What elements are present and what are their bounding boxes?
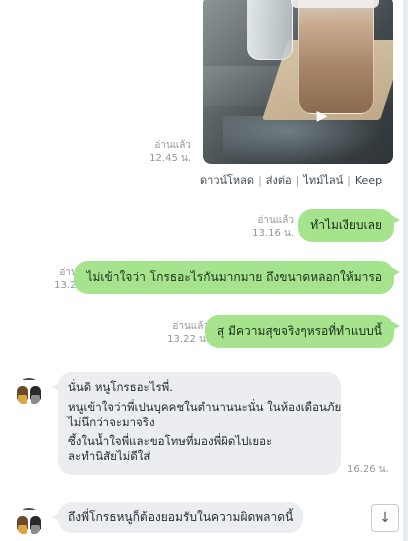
- share-link[interactable]: ส่งต่อ: [266, 174, 292, 187]
- avatar-detail: [23, 378, 35, 380]
- message-line: ไม่นึกว่าจะมาจริง: [68, 415, 155, 429]
- message-line: หนูเข้าใจว่าพี่เปนบุคคชในตำนานนะนั่น ในห…: [68, 399, 342, 414]
- message-meta: อ่านแล้ว 13.16 น.: [252, 214, 294, 240]
- message-text: สุ มีความสุขจริงๆหรอที่ทำแบบนี้: [216, 324, 382, 338]
- separator: |: [347, 174, 351, 187]
- photo-reflection: [223, 116, 383, 164]
- message-meta: อ่านแล้ว 13.22 น.: [167, 320, 209, 346]
- message-line: ละทำนิสัยไม่ดีใส่: [68, 449, 151, 463]
- outgoing-message-bubble[interactable]: สุ มีความสุขจริงๆหรอที่ทำแบบนี้: [204, 315, 401, 348]
- message-text: ถึงพี่โกรธหนูก็ต้องยอมรับในความผิดพลาดนี…: [68, 510, 294, 524]
- message-time: 16.26 น.: [347, 464, 389, 475]
- message-text: ทำไมเงียบเลย: [310, 218, 382, 232]
- outgoing-message-bubble[interactable]: ไม่เข้าใจว่า โกรธอะไรกันมากมาย ถึงขนาดหล…: [74, 261, 400, 294]
- incoming-message-bubble[interactable]: ถึงพี่โกรธหนูก็ต้องยอมรับในความผิดพลาดนี…: [51, 502, 304, 533]
- incoming-message-bubble[interactable]: นั่นดิ หนูโกรธอะไรพี่. หนูเข้าใจว่าพี่เป…: [52, 372, 341, 475]
- contact-avatar[interactable]: [15, 508, 43, 536]
- timeline-link[interactable]: ไทม์ไลน์: [303, 174, 343, 187]
- separator: |: [258, 174, 262, 187]
- separator: |: [295, 174, 300, 187]
- read-receipt: อ่านแล้ว: [257, 215, 294, 226]
- avatar-detail: [31, 395, 40, 404]
- avatar-detail: [23, 508, 35, 510]
- message-time: 13.16 น.: [252, 228, 294, 239]
- message-text: ไม่เข้าใจว่า โกรธอะไรกันมากมาย ถึงขนาดหล…: [86, 270, 382, 284]
- photo-glass: [247, 0, 293, 60]
- photo-message[interactable]: ▶: [203, 0, 393, 164]
- message-line: ซึ้งในน้ำใจพี่และขอโทษที่มองพี่ผิดไปเยอะ: [68, 433, 273, 448]
- arrow-down-icon: ↓: [379, 510, 391, 526]
- read-receipt: อ่านแล้ว: [172, 321, 209, 332]
- photo-message-meta: อ่านแล้ว 12.45 น.: [149, 139, 191, 165]
- scroll-to-bottom-button[interactable]: ↓: [371, 504, 399, 532]
- message-line: นั่นดิ หนูโกรธอะไรพี่.: [68, 380, 173, 394]
- avatar-detail: [18, 395, 27, 404]
- read-receipt: อ่านแล้ว: [154, 140, 191, 151]
- video-play-icon[interactable]: ▶: [314, 108, 330, 124]
- contact-avatar[interactable]: [15, 378, 43, 406]
- message-text: นั่นดิ หนูโกรธอะไรพี่. หนูเข้าใจว่าพี่เป…: [68, 380, 341, 465]
- message-time: 12.45 น.: [149, 153, 191, 164]
- scrollbar-track[interactable]: [403, 0, 408, 541]
- message-time: 13.22 น.: [167, 334, 209, 345]
- avatar-detail: [18, 525, 27, 534]
- outgoing-message-bubble[interactable]: ทำไมเงียบเลย: [298, 209, 400, 242]
- photo-action-bar: ดาวน์โหลด | ส่งต่อ | ไทม์ไลน์ | Keep: [200, 171, 382, 189]
- download-link[interactable]: ดาวน์โหลด: [200, 174, 254, 187]
- keep-link[interactable]: Keep: [355, 174, 382, 187]
- photo-cup-lid: [291, 0, 379, 8]
- avatar-detail: [31, 525, 40, 534]
- photo-iced-coffee: [298, 0, 374, 114]
